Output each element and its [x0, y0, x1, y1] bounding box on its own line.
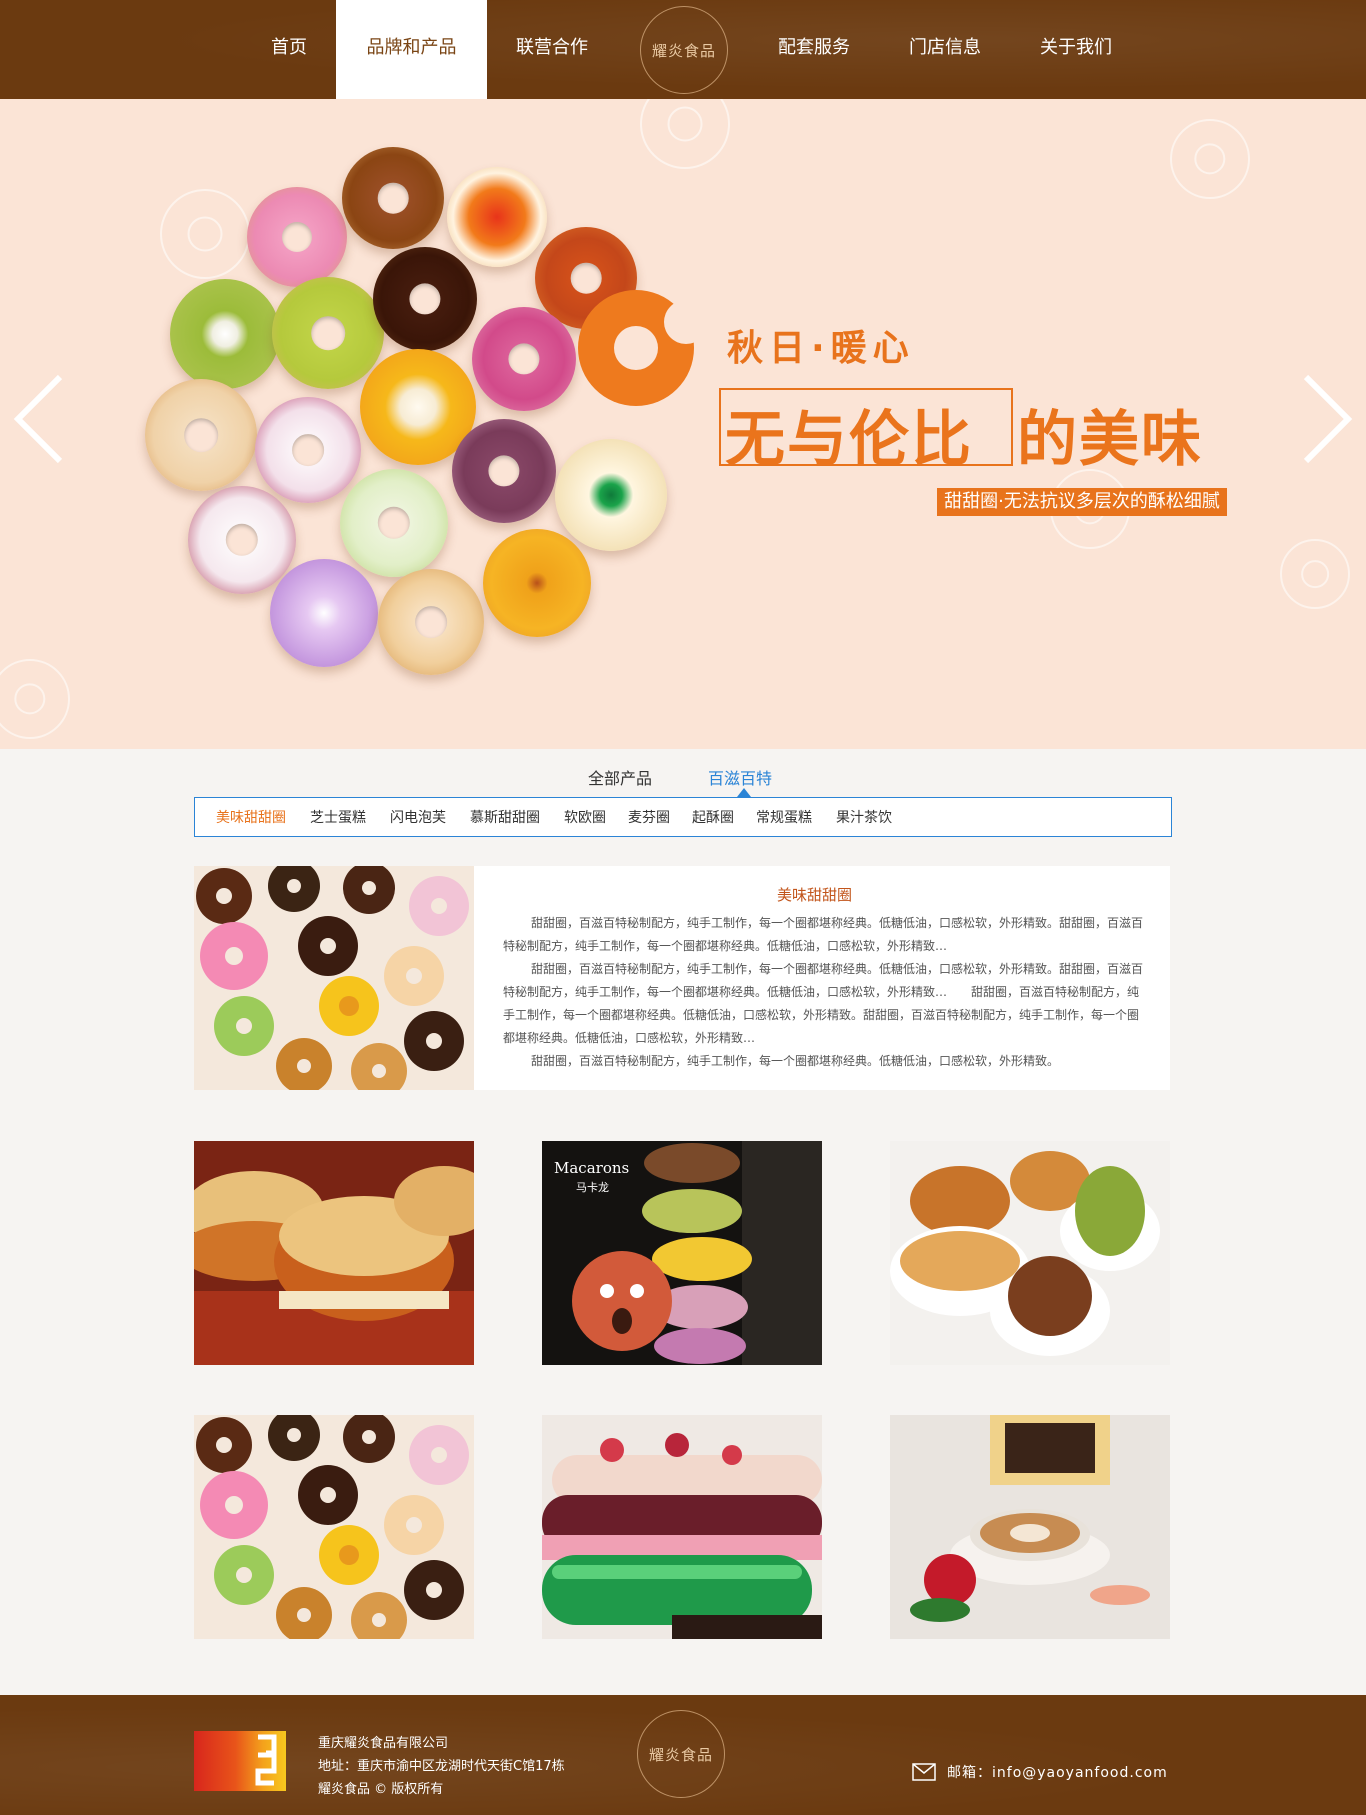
product-thumbnail[interactable]	[194, 1141, 474, 1365]
company-address: 地址：重庆市渝中区龙湖时代天街C馆17栋	[318, 1759, 565, 1774]
donut-image	[452, 419, 556, 523]
category-item[interactable]: 慕斯甜甜圈	[470, 807, 540, 827]
donut-image	[255, 397, 361, 503]
donut-image	[270, 559, 378, 667]
orange-donut-graphic	[578, 290, 708, 406]
donut-image	[378, 569, 484, 675]
featured-product: 美味甜甜圈 甜甜圈，百滋百特秘制配方，纯手工制作，每一个圈都堪称经典。低糖低油，…	[194, 866, 1170, 1090]
featured-product-image[interactable]	[194, 866, 474, 1090]
carousel-prev-button[interactable]	[8, 369, 68, 469]
chevron-left-icon	[13, 374, 63, 464]
nav-item-about[interactable]: 关于我们	[1016, 0, 1136, 99]
category-item[interactable]: 闪电泡芙	[390, 807, 446, 827]
donut-image	[483, 529, 591, 637]
donut-image	[247, 187, 347, 287]
decorative-ring	[0, 659, 70, 739]
category-item[interactable]: 起酥圈	[692, 807, 734, 827]
description-paragraph: 甜甜圈，百滋百特秘制配方，纯手工制作，每一个圈都堪称经典。低糖低油，口感松软，外…	[503, 916, 1144, 953]
macaron-label-en: Macarons	[554, 1159, 630, 1177]
macaron-label-cn: 马卡龙	[576, 1181, 609, 1194]
category-item[interactable]: 软欧圈	[564, 807, 606, 827]
chevron-right-icon	[1303, 374, 1353, 464]
category-bar: 美味甜甜圈 芝士蛋糕 闪电泡芙 慕斯甜甜圈 软欧圈 麦芬圈 起酥圈 常规蛋糕 果…	[194, 797, 1172, 837]
hero-title-rest: 的美味	[1017, 405, 1203, 475]
category-item[interactable]: 果汁茶饮	[836, 807, 892, 827]
nav-item-brand-products[interactable]: 品牌和产品	[336, 0, 487, 99]
description-paragraph: 甜甜圈，百滋百特秘制配方，纯手工制作，每一个圈都堪称经典。低糖低油，口感松软，外…	[531, 1054, 1060, 1068]
active-tab-caret	[737, 788, 751, 797]
donut-image	[342, 147, 444, 249]
company-logo	[194, 1731, 286, 1791]
donut-image	[340, 469, 448, 577]
hero-banner: 秋日·暖心 无与伦比 的美味 甜甜圈·无法抗议多层次的酥松细腻	[0, 99, 1366, 749]
copyright: 耀炎食品 © 版权所有	[318, 1782, 444, 1797]
product-thumbnail[interactable]	[890, 1141, 1170, 1365]
top-navigation: 首页 品牌和产品 联营合作 耀炎食品 配套服务 门店信息 关于我们	[0, 0, 1366, 99]
product-thumbnail[interactable]	[542, 1415, 822, 1639]
donut-image	[272, 277, 384, 389]
nav-item-stores[interactable]: 门店信息	[885, 0, 1005, 99]
donut-image	[555, 439, 667, 551]
tab-all-products[interactable]: 全部产品	[588, 765, 652, 789]
tab-baizibaite[interactable]: 百滋百特	[708, 765, 772, 789]
company-name: 重庆耀炎食品有限公司	[318, 1736, 449, 1751]
category-item[interactable]: 麦芬圈	[628, 807, 670, 827]
mail-icon	[912, 1763, 936, 1781]
footer-logo: 耀炎食品	[637, 1710, 725, 1798]
category-item[interactable]: 芝士蛋糕	[310, 807, 366, 827]
donut-image	[472, 307, 576, 411]
category-item[interactable]: 美味甜甜圈	[216, 807, 286, 827]
nav-item-home[interactable]: 首页	[244, 0, 334, 99]
nav-item-cooperation[interactable]: 联营合作	[492, 0, 612, 99]
hero-title-boxed: 无与伦比	[725, 405, 973, 475]
donut-image	[447, 167, 547, 267]
donut-image	[145, 379, 257, 491]
donut-image	[170, 279, 280, 389]
decorative-ring	[1280, 539, 1350, 609]
donut-image	[373, 247, 477, 351]
contact-email[interactable]: 邮箱：info@yaoyanfood.com	[947, 1762, 1168, 1782]
footer: 重庆耀炎食品有限公司 地址：重庆市渝中区龙湖时代天街C馆17栋 耀炎食品 © 版…	[0, 1695, 1366, 1815]
nav-item-services[interactable]: 配套服务	[754, 0, 874, 99]
decorative-ring	[640, 99, 730, 169]
decorative-ring	[1170, 119, 1250, 199]
nav-logo[interactable]: 耀炎食品	[640, 6, 728, 94]
product-thumbnail[interactable]	[194, 1415, 474, 1639]
product-thumbnail[interactable]	[890, 1415, 1170, 1639]
carousel-next-button[interactable]	[1298, 369, 1358, 469]
hero-subtitle: 秋日·暖心	[727, 328, 915, 369]
category-item[interactable]: 常规蛋糕	[756, 807, 812, 827]
hero-tagline: 甜甜圈·无法抗议多层次的酥松细腻	[937, 488, 1227, 516]
product-thumbnail[interactable]: Macarons 马卡龙	[542, 1141, 822, 1365]
donut-image	[188, 486, 296, 594]
featured-product-title: 美味甜甜圈	[777, 886, 853, 904]
featured-product-description: 甜甜圈，百滋百特秘制配方，纯手工制作，每一个圈都堪称经典。低糖低油，口感松软，外…	[503, 912, 1143, 1073]
decorative-ring	[160, 189, 250, 279]
description-paragraph: 甜甜圈，百滋百特秘制配方，纯手工制作，每一个圈都堪称经典。低糖低油，口感松软，外…	[503, 962, 1144, 1045]
